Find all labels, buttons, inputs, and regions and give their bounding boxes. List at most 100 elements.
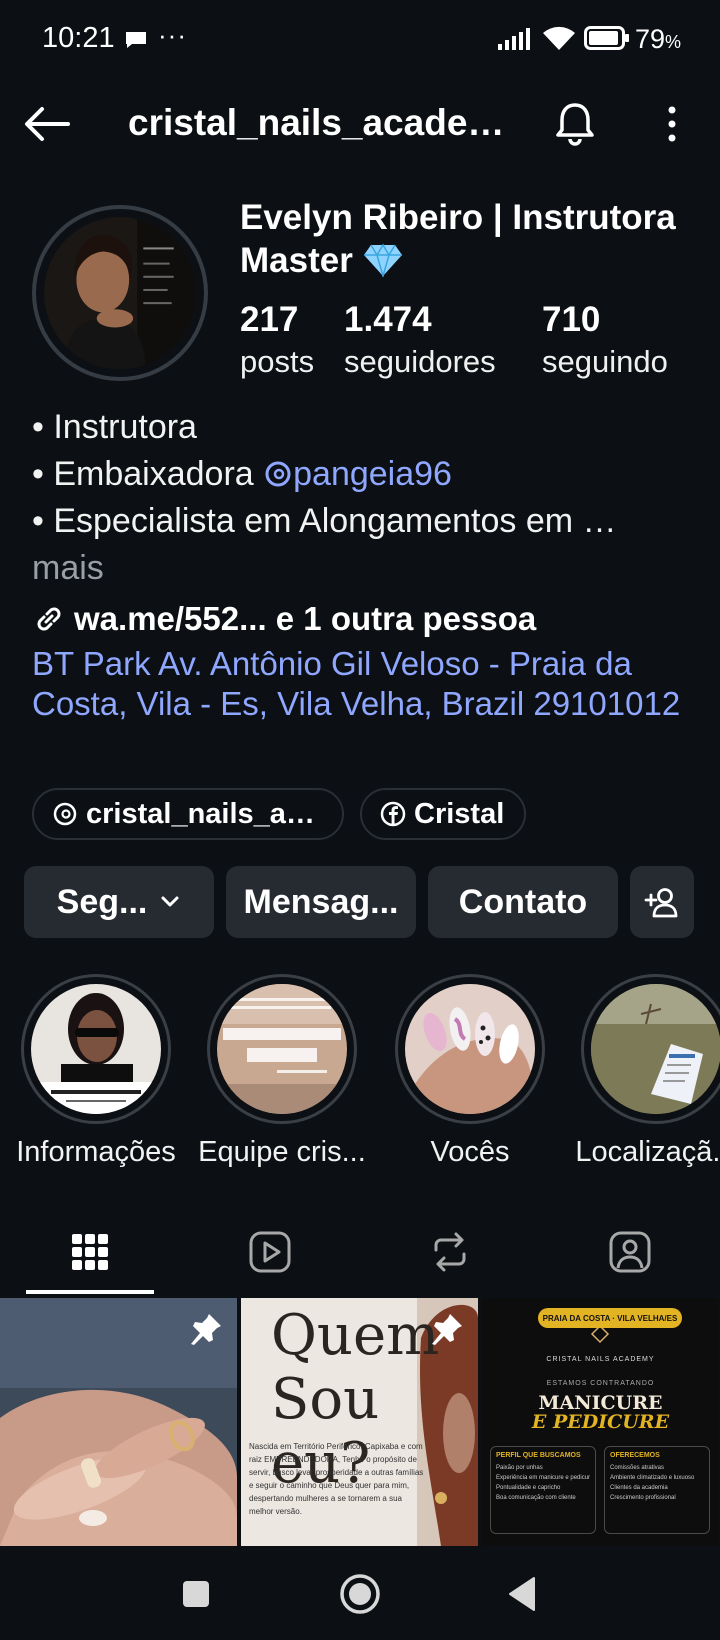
battery-icon [584,26,629,50]
profile-link[interactable]: wa.me/552... e 1 outra pessoa [32,600,536,638]
facebook-chip-label: Cristal [414,797,505,830]
stat-followers-label: seguidores [344,344,496,379]
highlight-ring [395,974,545,1124]
status-more-icon: ··· [158,20,187,50]
highlight-ring [581,974,720,1124]
more-options-icon[interactable] [660,102,684,146]
post-3-profile-head: PERFIL QUE BUSCAMOS [496,1452,581,1459]
recent-apps-icon[interactable] [172,1570,220,1618]
highlight-location[interactable]: Localizaçã... [566,974,720,1172]
profile-content-tabs [0,1210,720,1294]
post-3-offer-box: OFERECEMOS Comissões atrativas Ambiente … [604,1446,710,1534]
stat-following[interactable]: 710 seguindo [542,298,668,382]
message-button[interactable]: Mensag... [226,866,416,938]
post-2-body: Nascida em Território Periférico, Capixa… [249,1442,424,1516]
diamond-emoji-icon [363,243,402,277]
facebook-icon [380,801,406,827]
highlight-ring [207,974,357,1124]
link-icon [37,607,61,631]
system-navigation-bar [0,1546,720,1640]
profile-name-text: Evelyn Ribeiro | Instrutora Master [240,198,676,280]
profile-display-name: Evelyn Ribeiro | Instrutora Master [240,196,700,282]
post-3-location-badge: PRAIA DA COSTA · VILA VELHA/ES [538,1308,682,1328]
highlight-nails[interactable]: Vocês [380,974,560,1172]
bio-line-1: • Instrutora [32,408,197,446]
post-3-profile-item: Pontualidade e capricho [496,1485,561,1491]
pinned-post-icon [191,1314,221,1345]
bio-line-2-text: • Embaixadora [32,455,264,493]
back-arrow-icon[interactable] [22,104,72,144]
highlight-nails-cover [405,984,535,1114]
highlight-location-cover [591,984,720,1114]
highlight-team-cover [217,984,347,1114]
post-3-role: MANICURE E PEDICURE [482,1394,719,1432]
stat-followers-value: 1.474 [344,300,432,339]
profile-header: cristal_nails_academy [0,90,720,160]
highlight-label: Equipe cris... [198,1136,366,1168]
wifi-icon [543,26,575,50]
threads-icon [53,802,77,826]
highlight-label: Localizaçã... [575,1136,720,1168]
post-thumbnail[interactable]: Quem Sou eu? Nascida em Território Perifé… [241,1298,478,1546]
tab-posts-grid[interactable] [0,1210,180,1294]
highlight-info[interactable]: Informações [6,974,186,1172]
following-button[interactable]: Seg... [24,866,214,938]
bio-line-2: • Embaixadora pangeia96 [32,451,702,498]
threads-chip-label: cristal_nails_academy [86,797,324,830]
highlight-label: Vocês [430,1136,510,1168]
battery-unit: % [665,32,682,52]
tab-tagged[interactable] [540,1210,720,1294]
post-3-offer-item: Ambiente climatizado e luxuoso [610,1475,695,1481]
post-3-offer-head: OFERECEMOS [610,1452,660,1459]
post-3-brand: CRISTAL NAILS ACADEMY [546,1356,655,1363]
post-3-role-line-2: E PEDICURE [531,1411,670,1433]
tab-reposts[interactable] [360,1210,540,1294]
post-3-offer-item: Crescimento profissional [610,1495,676,1501]
posts-grid: Quem Sou eu? Nascida em Território Perifé… [0,1298,720,1546]
highlight-info-cover [31,984,161,1114]
back-nav-icon[interactable] [500,1570,548,1618]
highlight-label: Informações [16,1136,176,1168]
threads-profile-chip[interactable]: cristal_nails_academy [32,788,344,840]
highlight-ring [21,974,171,1124]
stat-followers[interactable]: 1.474 seguidores [344,298,496,382]
home-icon[interactable] [336,1570,384,1618]
following-button-label: Seg... [56,882,148,921]
cell-signal-icon [498,28,530,50]
bio-line-3: • Especialista em Alongamentos em … [32,502,617,540]
status-time: 10:21 [42,22,115,54]
reels-icon [249,1231,291,1273]
stat-posts-value: 217 [240,300,299,339]
suggested-accounts-button[interactable] [630,866,694,938]
highlight-team[interactable]: Equipe cris... [192,974,372,1172]
tab-reels[interactable] [180,1210,360,1294]
post-3-profile-item: Boa comunicação com cliente [496,1495,576,1501]
chevron-down-icon [161,896,179,907]
post-3-profile-item: Experiência em manicure e pedicure [496,1475,590,1481]
bio-more-link[interactable]: mais [32,545,702,592]
stat-following-value: 710 [542,300,601,339]
profile-avatar-ring[interactable] [32,205,208,381]
stat-posts-label: posts [240,344,315,379]
mention-link[interactable]: pangeia96 [263,455,452,493]
message-notification-icon [126,32,146,48]
post-thumbnail[interactable] [0,1298,237,1546]
battery-percent: 79% [635,24,681,55]
status-bar: 10:21 ··· 79% [0,0,720,80]
post-3-offer-item: Clientes da academia [610,1485,668,1491]
tagged-icon [609,1231,651,1273]
business-address[interactable]: BT Park Av. Antônio Gil Veloso - Praia d… [32,644,692,724]
post-thumbnail[interactable]: PRAIA DA COSTA · VILA VELHA/ES CRISTAL N… [482,1298,719,1546]
contact-button[interactable]: Contato [428,866,618,938]
header-username: cristal_nails_academy [128,102,508,143]
stat-posts[interactable]: 217 posts [240,298,314,382]
avatar-photo [44,217,196,369]
notification-bell-icon[interactable] [552,100,598,146]
facebook-profile-chip[interactable]: Cristal [360,788,526,840]
active-tab-indicator [26,1290,154,1294]
profile-link-text: wa.me/552... e 1 outra pessoa [74,600,537,637]
pinned-post-icon [432,1314,462,1345]
repost-icon [434,1232,466,1272]
post-3-profile-item: Paixão por unhas [496,1465,543,1471]
post-3-hiring: ESTAMOS CONTRATANDO [546,1380,655,1387]
